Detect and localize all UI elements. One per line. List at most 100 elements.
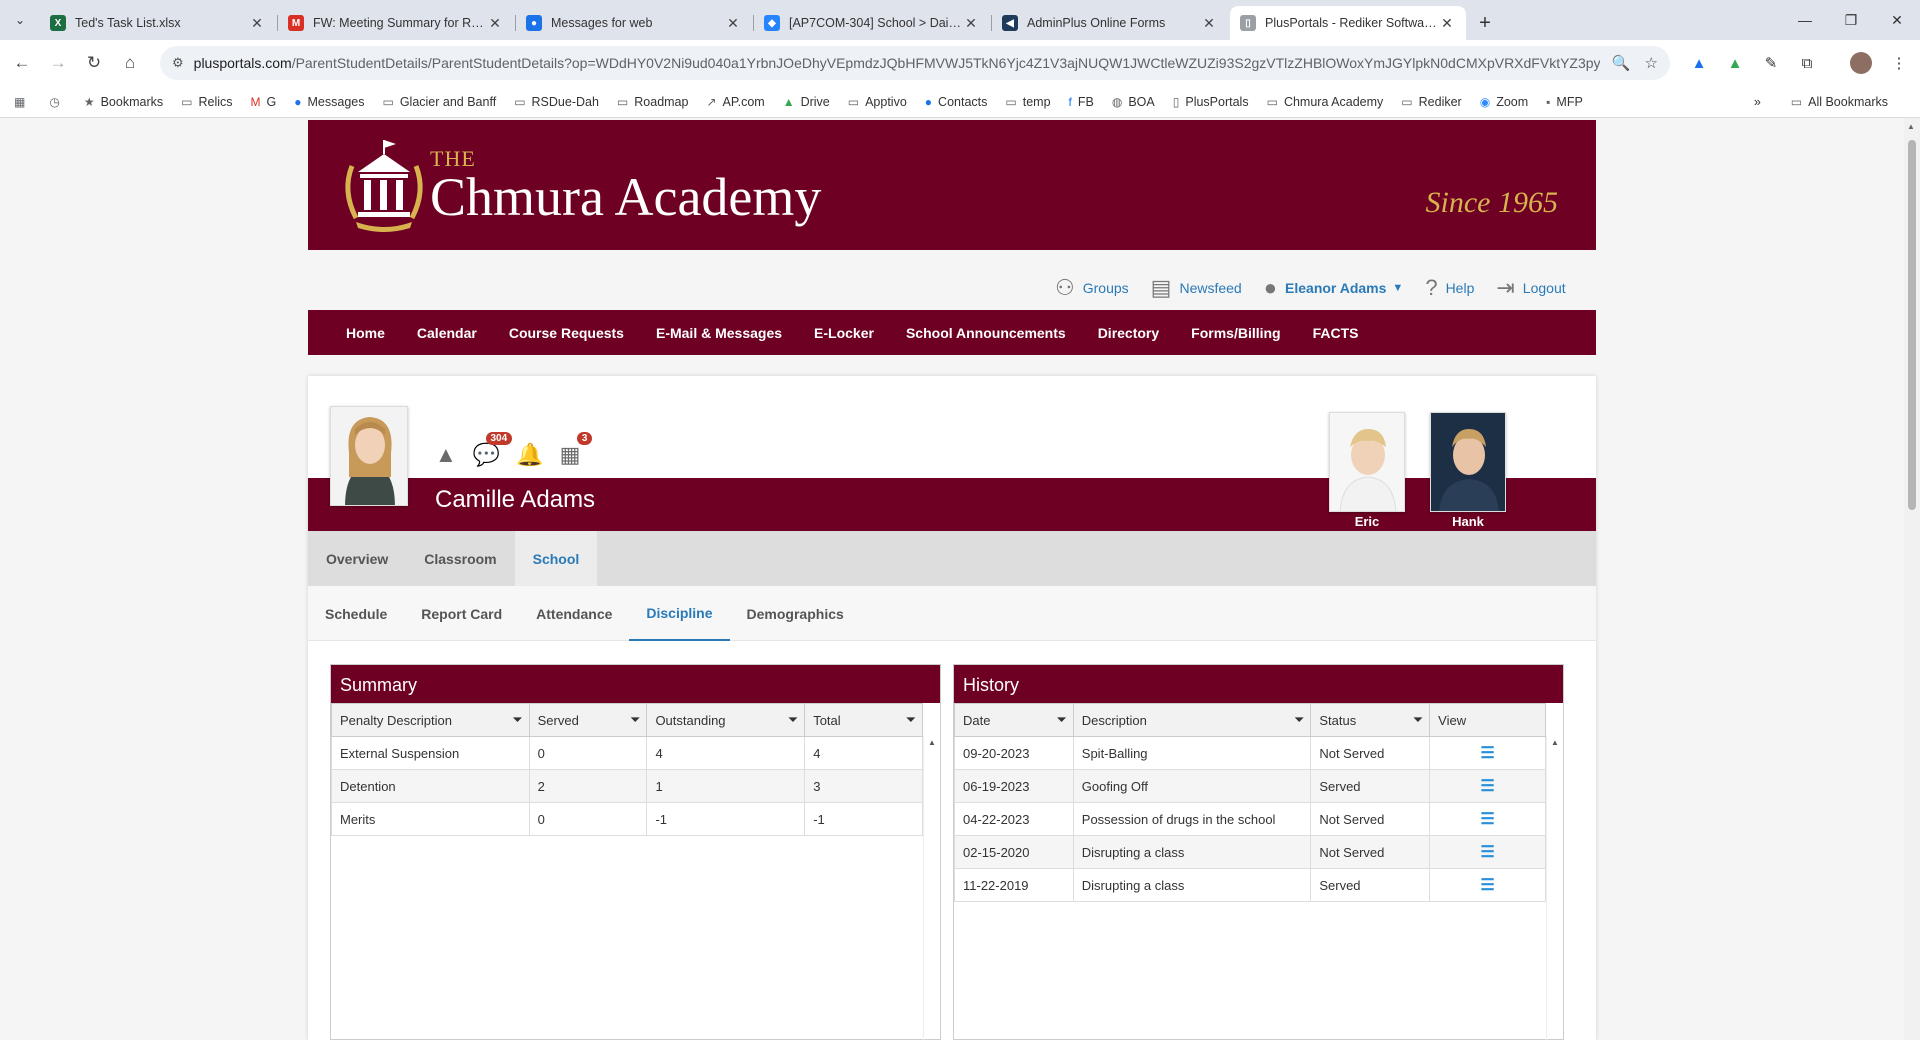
browser-tab-messages-for-web[interactable]: ● Messages for web ✕ [516,6,754,40]
nav-item-facts[interactable]: FACTS [1313,325,1359,341]
subtab-schedule[interactable]: Schedule [308,586,404,641]
restore-icon[interactable]: ❐ [1828,0,1874,40]
bookmark-drive[interactable]: ▲ Drive [783,95,830,109]
zoom-icon[interactable]: 🔍 [1612,54,1631,72]
browser-tab-adminplus-online-forms[interactable]: ◀ AdminPlus Online Forms ✕ [992,6,1228,40]
filter-icon[interactable]: ⏷ [1413,712,1423,728]
sibling-photo-eric[interactable] [1329,412,1405,512]
bookmark-plusportals[interactable]: ▯ PlusPortals [1173,95,1249,109]
newsfeed-link[interactable]: ▤ Newsfeed [1151,275,1242,301]
list-view-icon[interactable]: ☰ [1438,842,1537,862]
logout-link[interactable]: ⇥ Logout [1496,275,1565,301]
history-col-status[interactable]: Status ⏷ [1310,703,1431,737]
close-tab-icon[interactable]: ✕ [248,14,266,32]
bookmark-bookmarks[interactable]: ★ Bookmarks [84,95,163,109]
close-tab-icon[interactable]: ✕ [962,14,980,32]
profile-avatar-icon[interactable] [1846,48,1876,78]
new-tab-button[interactable]: + [1468,6,1502,40]
bookmark-zoom[interactable]: ◉ Zoom [1480,95,1528,109]
browser-menu-icon[interactable]: ⋮ [1884,48,1914,78]
bookmark-ap-com[interactable]: ↗ AP.com [706,95,764,109]
history-icon[interactable]: ◷ [49,95,65,109]
bookmark-relics[interactable]: ▭ Relics [181,95,232,109]
summary-col-served[interactable]: Served ⏷ [528,703,648,737]
drive-extension-icon-2[interactable]: ▲ [1720,48,1750,78]
bookmark-roadmap[interactable]: ▭ Roadmap [617,95,689,109]
history-col-view[interactable]: View [1429,703,1546,737]
nav-item-e-locker[interactable]: E-Locker [814,325,874,341]
more-bookmarks-button[interactable]: » [1754,95,1761,109]
messages-icon[interactable]: 💬 304 [473,432,513,468]
minimize-icon[interactable]: — [1782,0,1828,40]
sibling-photo-hank[interactable] [1430,412,1506,512]
all-bookmarks-button[interactable]: ▭ All Bookmarks [1791,95,1888,109]
bookmark-glacier-and-banff[interactable]: ▭ Glacier and Banff [382,95,496,109]
list-view-icon[interactable]: ☰ [1438,875,1537,895]
alert-icon[interactable]: ▲ [435,442,457,468]
bookmark-temp[interactable]: ▭ temp [1005,95,1050,109]
filter-icon[interactable]: ⏷ [906,712,916,728]
summary-scrollbar[interactable]: ▲ [923,736,940,1040]
user-menu[interactable]: ● Eleanor Adams ▼ [1264,275,1404,301]
summary-col-outstanding[interactable]: Outstanding ⏷ [646,703,806,737]
history-col-date[interactable]: Date ⏷ [954,703,1074,737]
bookmark-contacts[interactable]: ● Contacts [925,95,988,109]
close-window-icon[interactable]: ✕ [1874,0,1920,40]
drive-extension-icon[interactable]: ▲ [1684,48,1714,78]
sibling-name-hank[interactable]: Hank [1430,514,1506,529]
browser-tab-fw-meeting-summary-for-relic[interactable]: M FW: Meeting Summary for Relic ✕ [278,6,516,40]
close-tab-icon[interactable]: ✕ [1438,14,1456,32]
filter-icon[interactable]: ⏷ [1056,712,1066,728]
tab-school[interactable]: School [514,531,598,586]
nav-item-home[interactable]: Home [346,325,385,341]
calendar-icon[interactable]: ▦ 3 [560,432,593,468]
back-icon[interactable]: ← [4,45,40,81]
bookmark-messages[interactable]: ● Messages [294,95,364,109]
help-link[interactable]: ? Help [1425,275,1474,301]
tab-overview[interactable]: Overview [308,531,406,586]
bookmark-chmura-academy[interactable]: ▭ Chmura Academy [1267,95,1384,109]
subtab-attendance[interactable]: Attendance [519,586,629,641]
bookmark-g[interactable]: MG [251,95,277,109]
url-text[interactable]: plusportals.com/ParentStudentDetails/Par… [194,55,1600,71]
list-view-icon[interactable]: ☰ [1438,776,1537,796]
filter-icon[interactable]: ⏷ [630,712,640,728]
apps-icon[interactable]: ▦ [14,95,31,109]
nav-item-forms-billing[interactable]: Forms/Billing [1191,325,1280,341]
browser-tab-ap7com-304-school-daily-a[interactable]: ◆ [AP7COM-304] School > Daily A ✕ [754,6,992,40]
filter-icon[interactable]: ⏷ [1294,712,1304,728]
bookmark-fb[interactable]: f FB [1069,95,1094,109]
close-tab-icon[interactable]: ✕ [486,14,504,32]
tab-search-icon[interactable]: ⌄ [0,0,40,40]
tab-classroom[interactable]: Classroom [406,531,514,586]
nav-item-e-mail-messages[interactable]: E-Mail & Messages [656,325,782,341]
history-col-description[interactable]: Description ⏷ [1072,703,1312,737]
subtab-report-card[interactable]: Report Card [404,586,519,641]
bell-icon[interactable]: 🔔 [516,442,543,468]
close-tab-icon[interactable]: ✕ [1200,14,1218,32]
close-tab-icon[interactable]: ✕ [724,14,742,32]
nav-item-directory[interactable]: Directory [1098,325,1159,341]
reload-icon[interactable]: ↻ [76,45,112,81]
nav-item-school-announcements[interactable]: School Announcements [906,325,1066,341]
home-icon[interactable]: ⌂ [112,45,148,81]
browser-tab-plusportals-rediker-software-i[interactable]: ▯ PlusPortals - Rediker Software, I ✕ [1230,6,1466,40]
bookmark-star-icon[interactable]: ☆ [1645,54,1658,72]
list-view-icon[interactable]: ☰ [1438,743,1537,763]
bookmark-rediker[interactable]: ▭ Rediker [1401,95,1461,109]
address-bar[interactable]: ⚙ plusportals.com/ParentStudentDetails/P… [160,46,1670,80]
summary-col-penalty-description[interactable]: Penalty Description ⏷ [331,703,530,737]
summary-col-total[interactable]: Total ⏷ [804,703,923,737]
bookmark-apptivo[interactable]: ▭ Apptivo [848,95,907,109]
list-view-icon[interactable]: ☰ [1438,809,1537,829]
filter-icon[interactable]: ⏷ [788,712,798,728]
bookmark-mfp[interactable]: ▪ MFP [1546,95,1583,109]
history-scrollbar[interactable]: ▲ [1546,736,1563,1040]
browser-tab-ted-s-task-list-xlsx[interactable]: X Ted's Task List.xlsx ✕ [40,6,278,40]
filter-icon[interactable]: ⏷ [512,712,522,728]
bookmark-boa[interactable]: ◍ BOA [1112,95,1155,109]
nav-item-calendar[interactable]: Calendar [417,325,477,341]
groups-link[interactable]: ⚇ Groups [1055,275,1129,301]
subtab-discipline[interactable]: Discipline [629,586,730,641]
page-scrollbar[interactable]: ▲ [1904,118,1920,1040]
